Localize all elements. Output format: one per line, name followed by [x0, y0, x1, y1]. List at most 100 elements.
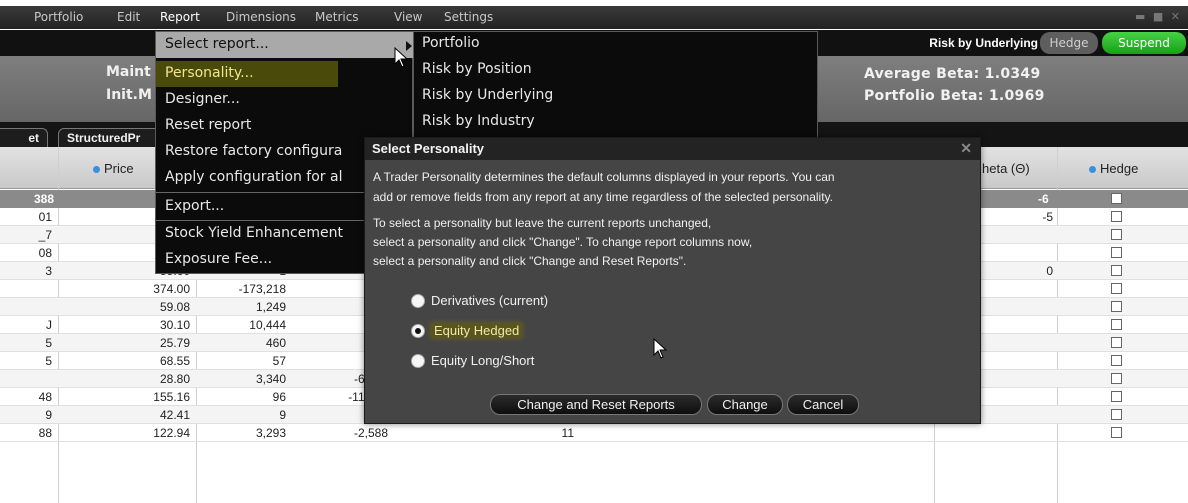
menu-item-reset-report[interactable]: Reset report	[156, 113, 413, 139]
radio-equity-long-short-label: Equity Long/Short	[431, 353, 535, 368]
tab-partial[interactable]: et	[0, 128, 48, 147]
table-cell-price: 374.00	[153, 282, 190, 296]
menu-metrics[interactable]: Metrics	[315, 10, 359, 24]
table-cell-price: 28.80	[159, 372, 190, 386]
init-margin-label: Init.M	[106, 87, 152, 103]
submenu-item-risk-by-industry[interactable]: Risk by Industry	[414, 110, 818, 136]
dialog-description-line2: add or remove fields from any report at …	[373, 190, 834, 204]
hedge-checkbox[interactable]	[1111, 265, 1122, 276]
summary-row-theta: -6	[1038, 192, 1049, 206]
dialog-title: Select Personality ✕	[365, 138, 980, 160]
change-button[interactable]: Change	[707, 394, 783, 415]
select-personality-dialog: Select Personality ✕ A Trader Personalit…	[364, 137, 981, 424]
window-controls-icon[interactable]: ▬ ■ ✕	[1135, 10, 1182, 23]
table-cell-price: 59.08	[159, 300, 190, 314]
hedge-checkbox[interactable]	[1111, 391, 1122, 402]
radio-button-selected-icon[interactable]	[411, 324, 425, 338]
table-cell-price: 155.16	[153, 390, 190, 404]
dialog-instruction-line2: select a personality and click "Change".…	[373, 235, 753, 249]
menu-item-designer[interactable]: Designer...	[156, 87, 413, 113]
table-cell-left: _7	[38, 228, 52, 242]
radio-equity-hedged-label: Equity Hedged	[431, 323, 523, 338]
table-cell-price: 25.79	[159, 336, 190, 350]
select-report-submenu: Portfolio Risk by Position Risk by Under…	[413, 31, 818, 139]
radio-button-icon[interactable]	[411, 354, 425, 368]
summary-row-left: 388	[34, 192, 55, 206]
table-cell-left: 01	[38, 210, 52, 224]
table-cell-price: 68.55	[159, 354, 190, 368]
submenu-item-risk-by-position[interactable]: Risk by Position	[414, 58, 818, 84]
table-cell-left: 08	[38, 246, 52, 260]
trader-workstation-window: Portfolio Edit Report Dimensions Metrics…	[0, 0, 1188, 503]
hedge-button[interactable]: Hedge	[1040, 32, 1098, 54]
table-cell-price: 42.41	[159, 408, 190, 422]
menu-item-select-report[interactable]: Select report...	[156, 32, 413, 58]
table-cell-left: 3	[45, 264, 52, 278]
hedge-checkbox[interactable]	[1111, 409, 1122, 420]
report-title: Risk by Underlying	[929, 36, 1038, 50]
dialog-title-text: Select Personality	[372, 141, 484, 156]
menu-bar: Portfolio Edit Report Dimensions Metrics…	[0, 6, 1188, 29]
table-cell-theta: -5	[1042, 210, 1053, 224]
table-cell-left: 5	[45, 336, 52, 350]
table-cell-theta: 0	[1046, 264, 1053, 278]
table-row[interactable]: 88 122.94 3,293 -2,588 11	[0, 424, 1188, 442]
menu-edit[interactable]: Edit	[117, 10, 140, 24]
hedge-checkbox[interactable]	[1111, 337, 1122, 348]
table-cell-price: 30.10	[159, 318, 190, 332]
table-cell-c3: -2,588	[353, 426, 388, 440]
portfolio-beta: Portfolio Beta: 1.0969	[864, 88, 1045, 104]
hedge-checkbox[interactable]	[1111, 193, 1122, 204]
column-hedge-label: Hedge	[1100, 161, 1139, 176]
hedge-checkbox[interactable]	[1111, 427, 1122, 438]
close-icon[interactable]: ✕	[960, 140, 972, 157]
table-cell-c5: 11	[561, 426, 574, 440]
hedge-checkbox[interactable]	[1111, 247, 1122, 258]
table-cell-c2: 460	[265, 336, 286, 350]
table-cell-left: 9	[45, 408, 52, 422]
column-price[interactable]: Price	[93, 161, 134, 176]
table-cell-c2: 96	[272, 390, 286, 404]
menu-view[interactable]: View	[394, 10, 422, 24]
table-cell-left: 88	[38, 426, 52, 440]
mouse-pointer-icon	[394, 47, 409, 68]
cancel-button[interactable]: Cancel	[787, 394, 859, 415]
table-cell-left: J	[46, 318, 52, 332]
column-marker-icon	[93, 166, 100, 174]
table-cell-c2: 10,444	[249, 318, 286, 332]
mouse-pointer-icon	[653, 338, 668, 359]
menu-portfolio[interactable]: Portfolio	[34, 10, 83, 24]
column-theta[interactable]: heta (Θ)	[982, 161, 1030, 176]
tab-structured-products[interactable]: StructuredPr	[58, 128, 168, 147]
table-cell-left: 48	[38, 390, 52, 404]
hedge-checkbox[interactable]	[1111, 301, 1122, 312]
menu-settings[interactable]: Settings	[444, 10, 493, 24]
hedge-checkbox[interactable]	[1111, 283, 1122, 294]
column-price-label: Price	[104, 161, 134, 176]
dialog-description-line1: A Trader Personality determines the defa…	[373, 170, 835, 184]
table-cell-c2: 1,249	[255, 300, 286, 314]
hedge-checkbox[interactable]	[1111, 355, 1122, 366]
table-cell-c2: 3,293	[255, 426, 286, 440]
hedge-checkbox[interactable]	[1111, 319, 1122, 330]
radio-button-icon[interactable]	[411, 294, 425, 308]
submenu-item-portfolio[interactable]: Portfolio	[414, 32, 818, 58]
change-and-reset-reports-button[interactable]: Change and Reset Reports	[490, 394, 702, 415]
table-cell-c2: 9	[279, 408, 286, 422]
dialog-instruction-line3: select a personality and click "Change a…	[373, 254, 687, 268]
hedge-checkbox[interactable]	[1111, 373, 1122, 384]
table-cell-c2: 57	[272, 354, 286, 368]
submenu-item-risk-by-underlying[interactable]: Risk by Underlying	[414, 84, 818, 110]
column-marker-icon	[1089, 166, 1096, 174]
radio-derivatives-label: Derivatives (current)	[431, 293, 549, 308]
hedge-checkbox[interactable]	[1111, 211, 1122, 222]
menu-dimensions[interactable]: Dimensions	[226, 10, 296, 24]
menu-report[interactable]: Report	[160, 10, 200, 24]
dialog-instruction-line1: To select a personality but leave the cu…	[373, 216, 712, 230]
table-cell-price: 122.94	[153, 426, 190, 440]
column-hedge[interactable]: Hedge	[1089, 161, 1138, 176]
menu-item-personality[interactable]: Personality...	[156, 61, 338, 87]
suspend-button[interactable]: Suspend	[1102, 32, 1186, 54]
hedge-checkbox[interactable]	[1111, 229, 1122, 240]
average-beta: Average Beta: 1.0349	[864, 66, 1041, 82]
